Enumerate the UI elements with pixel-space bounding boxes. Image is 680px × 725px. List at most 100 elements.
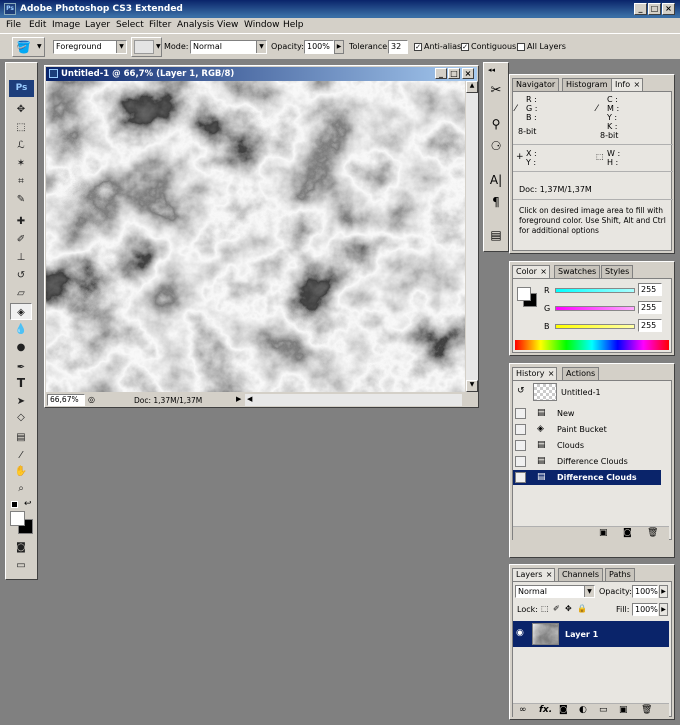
new-layer-icon[interactable]: ▣ <box>619 705 628 715</box>
eyedropper-icon[interactable]: ⁄ <box>10 447 32 464</box>
doc-minimize-button[interactable]: _ <box>435 68 447 79</box>
trash-icon[interactable]: 🗑 <box>641 705 652 715</box>
history-step[interactable]: ▤ Clouds <box>513 438 661 453</box>
collapse-arrows-icon[interactable]: ◂◂ <box>488 66 495 74</box>
layer-opacity-input[interactable]: 100% <box>632 585 658 598</box>
menu-window[interactable]: Window <box>244 20 280 30</box>
zoom-icon[interactable]: ⌕ <box>10 480 32 497</box>
tab-actions[interactable]: Actions <box>562 367 600 380</box>
lock-position-icon[interactable]: ✥ <box>565 604 572 613</box>
menu-analysis[interactable]: Analysis <box>177 20 214 30</box>
channel-b-input[interactable]: 255 <box>638 319 662 332</box>
notes-icon[interactable]: ▤ <box>10 429 32 446</box>
slice-icon[interactable]: ✎ <box>10 191 32 208</box>
character-icon[interactable]: A| <box>486 173 506 193</box>
document-title-bar[interactable]: Untitled-1 @ 66,7% (Layer 1, RGB/8) _ □ … <box>46 67 477 81</box>
link-layers-icon[interactable]: ∞ <box>519 705 527 715</box>
type-icon[interactable]: T <box>10 375 32 392</box>
zoom-field[interactable]: 66,67% <box>47 394 85 406</box>
default-colors-icon[interactable] <box>11 501 18 508</box>
blend-mode-select[interactable]: Normal ▼ <box>190 40 267 54</box>
tab-swatches[interactable]: Swatches <box>554 265 601 278</box>
history-brush-icon[interactable]: ↺ <box>10 267 32 284</box>
lasso-icon[interactable]: ℒ <box>10 137 32 154</box>
new-snapshot-icon[interactable]: ◙ <box>623 528 632 538</box>
healing-brush-icon[interactable]: ✚ <box>10 213 32 230</box>
tab-channels[interactable]: Channels <box>558 568 604 581</box>
swap-colors-icon[interactable]: ↩ <box>24 499 32 509</box>
history-step[interactable]: ▤ Difference Clouds <box>513 454 661 469</box>
layer-comps-icon[interactable]: ▤ <box>486 228 506 248</box>
close-icon[interactable]: × <box>633 79 640 91</box>
history-step[interactable]: ◈ Paint Bucket <box>513 422 661 437</box>
anti-alias-checkbox[interactable]: ✓ <box>414 43 422 51</box>
layer-opacity-slider-toggle[interactable]: ▶ <box>659 585 668 598</box>
menu-layer[interactable]: Layer <box>85 20 110 30</box>
scroll-left-button[interactable]: ◀ <box>247 395 252 403</box>
tool-preset-picker[interactable]: 🪣 ▼ <box>12 37 45 57</box>
tab-info[interactable]: Info × <box>611 78 644 91</box>
channel-g-slider[interactable] <box>555 306 635 311</box>
lock-image-icon[interactable]: ✐ <box>553 604 560 613</box>
history-step-selected[interactable]: ▤ Difference Clouds <box>513 470 661 485</box>
channel-r-slider[interactable] <box>555 288 635 293</box>
paragraph-icon[interactable]: ¶ <box>486 195 506 215</box>
blur-icon[interactable]: 💧 <box>10 321 32 338</box>
new-document-from-state-icon[interactable]: ▣ <box>599 528 608 538</box>
status-arrow-icon[interactable]: ▶ <box>236 395 241 403</box>
menu-image[interactable]: Image <box>52 20 80 30</box>
close-icon[interactable]: × <box>540 266 547 278</box>
tab-color[interactable]: Color × <box>512 265 550 278</box>
shape-icon[interactable]: ◇ <box>10 409 32 426</box>
history-snapshot-box[interactable] <box>515 456 526 467</box>
quick-mask-icon[interactable]: ◙ <box>10 539 32 556</box>
hand-icon[interactable]: ✋ <box>10 463 32 480</box>
path-selection-icon[interactable]: ➤ <box>10 393 32 410</box>
eye-visibility-icon[interactable]: ◉ <box>516 628 524 638</box>
tab-navigator[interactable]: Navigator <box>512 78 560 91</box>
scroll-up-button[interactable]: ▲ <box>466 81 478 93</box>
tab-history[interactable]: History × <box>512 367 558 380</box>
doc-maximize-button[interactable]: □ <box>448 68 460 79</box>
doc-close-button[interactable]: × <box>462 68 474 79</box>
trash-icon[interactable]: 🗑 <box>647 528 658 538</box>
all-layers-checkbox[interactable] <box>517 43 525 51</box>
new-group-icon[interactable]: ▭ <box>599 705 608 715</box>
layer-mask-icon[interactable]: ◙ <box>559 705 568 715</box>
tab-histogram[interactable]: Histogram <box>562 78 612 91</box>
tool-presets-icon[interactable]: ✂ <box>486 83 506 103</box>
scroll-down-button[interactable]: ▼ <box>466 380 478 392</box>
image-canvas[interactable] <box>46 81 465 392</box>
tolerance-input[interactable]: 32 <box>388 40 408 54</box>
brushes-icon[interactable]: ⚲ <box>486 117 506 137</box>
app-title-bar[interactable]: Ps Adobe Photoshop CS3 Extended _ □ × <box>0 0 680 18</box>
status-menu-icon[interactable]: ◎ <box>88 395 95 404</box>
dodge-icon[interactable]: ● <box>10 339 32 356</box>
close-button[interactable]: × <box>662 3 675 15</box>
menu-edit[interactable]: Edit <box>29 20 46 30</box>
crop-icon[interactable]: ⌗ <box>10 173 32 190</box>
lock-transparency-icon[interactable]: ⬚ <box>541 604 549 613</box>
eraser-icon[interactable]: ▱ <box>10 285 32 302</box>
pen-icon[interactable]: ✒ <box>10 359 32 376</box>
contiguous-checkbox[interactable]: ✓ <box>461 43 469 51</box>
fill-source-select[interactable]: Foreground ▼ <box>53 40 127 54</box>
paint-bucket-icon[interactable]: ◈ <box>10 303 32 320</box>
history-snapshot-row[interactable]: ↺ Untitled-1 <box>513 381 669 405</box>
maximize-button[interactable]: □ <box>648 3 661 15</box>
minimize-button[interactable]: _ <box>634 3 647 15</box>
opacity-slider-toggle[interactable]: ▶ <box>334 40 344 54</box>
vertical-scrollbar[interactable]: ▲ ▼ <box>466 81 478 392</box>
horizontal-scrollbar[interactable]: ◀ <box>245 394 462 406</box>
brush-icon[interactable]: ✐ <box>10 231 32 248</box>
history-snapshot-box[interactable] <box>515 408 526 419</box>
close-icon[interactable]: × <box>546 569 553 581</box>
history-snapshot-box[interactable] <box>515 440 526 451</box>
tab-styles[interactable]: Styles <box>601 265 634 278</box>
pattern-picker[interactable]: ▼ <box>131 37 162 57</box>
menu-filter[interactable]: Filter <box>149 20 171 30</box>
clone-stamp-icon[interactable]: ⊥ <box>10 249 32 266</box>
menu-select[interactable]: Select <box>116 20 144 30</box>
layer-fill-slider-toggle[interactable]: ▶ <box>659 603 668 616</box>
lock-all-icon[interactable]: 🔒 <box>577 604 587 613</box>
